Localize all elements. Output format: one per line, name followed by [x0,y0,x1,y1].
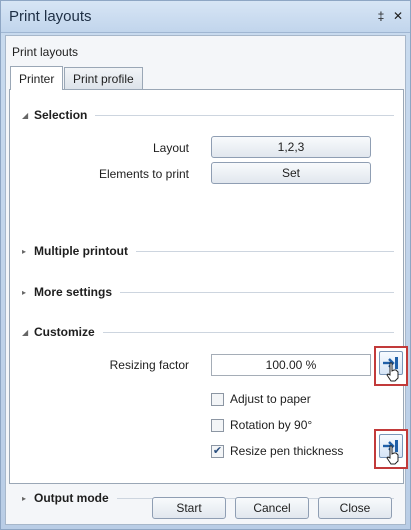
section-customize[interactable]: ◢ Customize [22,323,394,341]
hand-cursor-icon [386,362,399,382]
tab-printer[interactable]: Printer [10,66,64,90]
resize-pen-option[interactable]: ✔ Resize pen thickness [211,444,343,458]
section-divider [102,331,394,333]
title-bar[interactable]: Print layouts ‡ ✕ [1,1,410,33]
section-multiple-printout[interactable]: ▸ Multiple printout [22,242,394,260]
pin-icon[interactable]: ‡ [373,8,389,24]
rotation-option[interactable]: Rotation by 90° [211,418,312,432]
adjust-to-paper-label: Adjust to paper [230,392,311,406]
expanded-arrow-icon: ◢ [22,110,29,120]
elements-to-print-button-label: Set [281,166,300,180]
section-divider [135,250,394,252]
collapsed-arrow-icon: ▸ [22,493,27,503]
resize-pen-checkbox[interactable]: ✔ [211,444,224,458]
resizing-factor-label: Resizing factor [109,358,189,372]
section-customize-title: Customize [34,325,95,339]
elements-to-print-button[interactable]: Set [211,162,371,184]
tab-content: ◢ Selection Layout 1,2,3 Elements to pri… [9,89,408,505]
section-selection-title: Selection [34,108,88,122]
start-button[interactable]: Start [152,497,226,519]
resizing-factor-input[interactable]: 100.00 % [211,354,371,376]
tab-print-profile[interactable]: Print profile [64,67,143,89]
rotation-checkbox[interactable] [211,418,224,432]
section-multiple-printout-title: Multiple printout [34,244,128,258]
resize-pen-label: Resize pen thickness [230,444,344,458]
collapsed-arrow-icon: ▸ [22,287,27,297]
apply-resizing-highlight [374,346,408,386]
close-button-label: Close [339,501,371,515]
section-selection[interactable]: ◢ Selection [22,106,394,124]
adjust-to-paper-checkbox[interactable] [211,392,224,406]
cancel-button-label: Cancel [253,501,291,515]
section-output-mode-title: Output mode [34,491,109,505]
hand-cursor-icon [386,445,399,465]
section-more-settings-title: More settings [34,285,113,299]
section-divider [120,291,394,293]
cancel-button[interactable]: Cancel [235,497,309,519]
collapsed-arrow-icon: ▸ [22,246,27,256]
apply-pen-highlight [374,429,408,469]
tab-printer-label: Printer [19,71,55,86]
close-icon[interactable]: ✕ [390,8,406,24]
tab-print-profile-label: Print profile [73,71,134,86]
layout-button-label: 1,2,3 [277,140,305,154]
elements-to-print-label: Elements to print [98,167,189,181]
section-divider [95,114,394,116]
adjust-to-paper-option[interactable]: Adjust to paper [211,392,311,406]
panel-label: Print layouts [12,45,79,59]
layout-label: Layout [152,141,189,155]
close-button[interactable]: Close [318,497,392,519]
rotation-label: Rotation by 90° [230,418,313,432]
checkmark-icon: ✔ [212,444,223,457]
layout-button[interactable]: 1,2,3 [211,136,371,158]
print-layouts-panel: Print layouts Printer Print profile ◢ Se… [5,35,408,525]
section-more-settings[interactable]: ▸ More settings [22,283,394,301]
start-button-label: Start [176,501,202,515]
resizing-factor-value: 100.00 % [265,358,317,372]
print-layouts-window: Print layouts ‡ ✕ Print layouts Printer … [0,0,411,530]
expanded-arrow-icon: ◢ [22,327,29,337]
window-title: Print layouts [9,8,92,25]
